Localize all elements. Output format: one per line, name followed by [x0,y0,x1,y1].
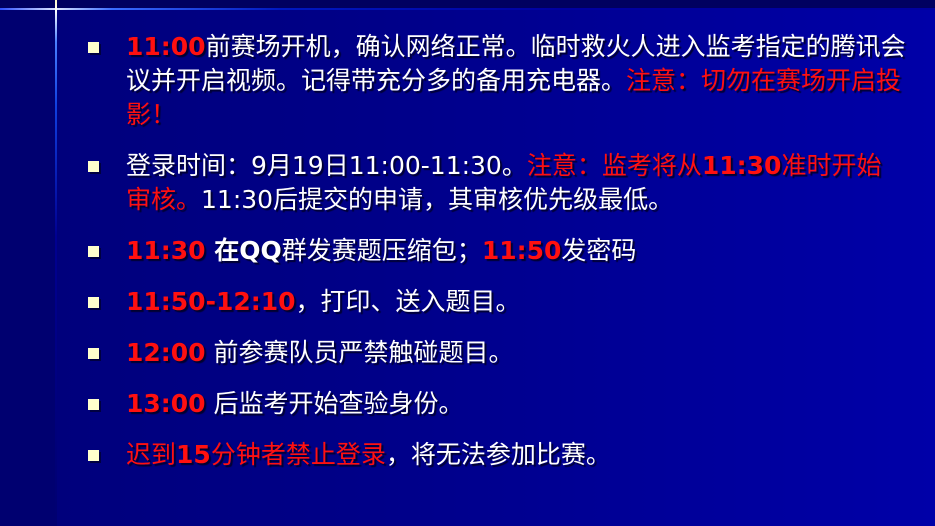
text-segment: 在QQ [205,236,282,265]
highlight-text-segment: 迟到 [126,440,177,469]
square-bullet-icon [88,348,99,359]
list-item: 12:00 前参赛队员严禁触碰题目。 [86,336,906,370]
list-item: 11:50-12:10，打印、送入题目。 [86,285,906,319]
text-segment: ，将无法参加比赛。 [385,440,611,469]
square-bullet-icon [88,246,99,257]
square-bullet-icon [88,161,99,172]
text-segment: 11:30后提交的申请，其审核优先级最低。 [201,185,674,214]
square-bullet-icon [88,399,99,410]
text-segment: 登录时间：9月19日11:00-11:30。 [126,151,527,180]
highlight-text-segment: 注意：监考将从 [526,151,702,180]
highlight-text-segment: 11:50 [481,236,562,265]
list-item: 迟到15分钟者禁止登录，将无法参加比赛。 [86,438,906,472]
list-item: 11:00前赛场开机，确认网络正常。临时救火人进入监考指定的腾讯会议并开启视频。… [86,30,906,132]
decorative-vertical-line [55,0,57,526]
square-bullet-icon [88,42,99,53]
highlight-text-segment: 11:30 [126,236,206,265]
decorative-horizontal-line [0,8,935,10]
square-bullet-icon [88,297,99,308]
text-segment: 前参赛队员严禁触碰题目。 [205,338,514,367]
highlight-text-segment: 12:00 [126,338,206,367]
text-segment: 发密码 [561,236,637,265]
highlight-text-segment: 11:50-12:10 [126,287,296,316]
list-item: 13:00 后监考开始查验身份。 [86,387,906,421]
highlight-text-segment: 11:30 [701,151,782,180]
highlight-text-segment: 11:00 [126,32,206,61]
left-strip [0,0,56,526]
highlight-text-segment: 13:00 [126,389,206,418]
text-segment: ，打印、送入题目。 [295,287,521,316]
list-item: 11:30 在QQ群发赛题压缩包；11:50发密码 [86,234,906,268]
list-item: 登录时间：9月19日11:00-11:30。注意：监考将从11:30准时开始审核… [86,149,906,217]
text-segment: 后监考开始查验身份。 [205,389,464,418]
bullet-list: 11:00前赛场开机，确认网络正常。临时救火人进入监考指定的腾讯会议并开启视频。… [86,30,906,489]
highlight-text-segment: 15 [176,440,211,469]
square-bullet-icon [88,450,99,461]
highlight-text-segment: 分钟者禁止登录 [210,440,386,469]
text-segment: 群发赛题压缩包； [281,236,482,265]
